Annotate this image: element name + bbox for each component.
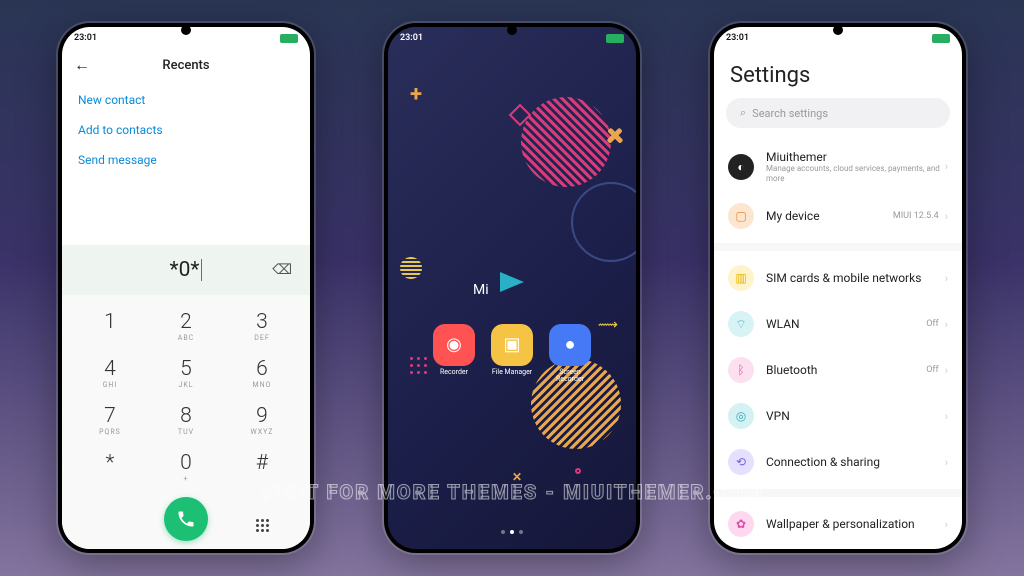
- notch: [507, 25, 517, 35]
- sim-item[interactable]: ▥ SIM cards & mobile networks ›: [714, 255, 962, 301]
- key-6[interactable]: 6MNO: [224, 352, 300, 399]
- key-4[interactable]: 4GHI: [72, 352, 148, 399]
- section-divider: [714, 243, 962, 251]
- status-time: 23:01: [726, 33, 749, 43]
- spacer: [62, 185, 310, 245]
- settings-list: ◐ Miuithemer Manage accounts, cloud serv…: [714, 140, 962, 549]
- battery-icon: [932, 34, 950, 43]
- call-button[interactable]: [164, 497, 208, 541]
- add-contacts-link[interactable]: Add to contacts: [78, 115, 294, 145]
- app-dock: ◉ Recorder ▣ File Manager ● Screen Recor…: [388, 324, 636, 384]
- key-hash[interactable]: #: [224, 446, 300, 493]
- page-indicator: [388, 530, 636, 534]
- key-0[interactable]: 0+: [148, 446, 224, 493]
- key-2[interactable]: 2ABC: [148, 305, 224, 352]
- avatar: ◐: [728, 154, 754, 180]
- search-input[interactable]: ⌕ Search settings: [726, 98, 950, 128]
- key-1[interactable]: 1: [72, 305, 148, 352]
- wifi-icon: ⌔: [728, 311, 754, 337]
- status-time: 23:01: [74, 33, 97, 43]
- wallpaper: ++ ✕ ⟿: [388, 27, 636, 549]
- contact-actions: New contact Add to contacts Send message: [62, 83, 310, 185]
- back-button[interactable]: ←: [74, 55, 90, 75]
- battery-icon: [606, 34, 624, 43]
- chevron-icon: ›: [945, 456, 948, 469]
- keypad-toggle-icon[interactable]: [256, 519, 269, 532]
- page-title: Settings: [714, 47, 962, 98]
- chevron-icon: ›: [945, 518, 948, 531]
- screen-recorder-icon: ●: [549, 324, 591, 366]
- chevron-icon: ›: [945, 160, 948, 173]
- keypad: 1 2ABC 3DEF 4GHI 5JKL 6MNO 7PQRS 8TUV 9W…: [62, 295, 310, 549]
- key-3[interactable]: 3DEF: [224, 305, 300, 352]
- key-star[interactable]: *: [72, 446, 148, 493]
- header-title: Recents: [162, 58, 209, 73]
- notch: [833, 25, 843, 35]
- battery-icon: [280, 34, 298, 43]
- bluetooth-item[interactable]: ᛒ Bluetooth Off ›: [714, 347, 962, 393]
- chevron-icon: ›: [945, 272, 948, 285]
- wallpaper-item[interactable]: ✿ Wallpaper & personalization ›: [714, 501, 962, 547]
- recorder-icon: ◉: [433, 324, 475, 366]
- search-icon: ⌕: [740, 106, 746, 120]
- wallpaper-icon: ✿: [728, 511, 754, 537]
- number-display: *0* ⌫: [62, 245, 310, 295]
- notch: [181, 25, 191, 35]
- key-9[interactable]: 9WXYZ: [224, 399, 300, 446]
- app-file-manager[interactable]: ▣ File Manager: [491, 324, 533, 384]
- backspace-button[interactable]: ⌫: [272, 262, 292, 278]
- account-item[interactable]: ◐ Miuithemer Manage accounts, cloud serv…: [714, 140, 962, 193]
- bluetooth-icon: ᛒ: [728, 357, 754, 383]
- chevron-icon: ›: [945, 318, 948, 331]
- my-device-item[interactable]: ▢ My device MIUI 12.5.4 ›: [714, 193, 962, 239]
- chevron-icon: ›: [945, 210, 948, 223]
- send-message-link[interactable]: Send message: [78, 145, 294, 175]
- connection-item[interactable]: ⟲ Connection & sharing ›: [714, 439, 962, 485]
- chevron-icon: ›: [945, 410, 948, 423]
- entered-number: *0*: [170, 258, 200, 282]
- wlan-item[interactable]: ⌔ WLAN Off ›: [714, 301, 962, 347]
- chevron-icon: ›: [945, 364, 948, 377]
- phone-home: ++ ✕ ⟿ 23:01 Mi ◉ Recorder ▣ File Manage…: [384, 23, 640, 553]
- share-icon: ⟲: [728, 449, 754, 475]
- new-contact-link[interactable]: New contact: [78, 85, 294, 115]
- app-screen-recorder[interactable]: ● Screen Recorder: [549, 324, 591, 384]
- file-manager-icon: ▣: [491, 324, 533, 366]
- sim-icon: ▥: [728, 265, 754, 291]
- key-7[interactable]: 7PQRS: [72, 399, 148, 446]
- key-8[interactable]: 8TUV: [148, 399, 224, 446]
- aod-item[interactable]: ◷ Always-on display & Lock: [714, 547, 962, 549]
- app-recorder[interactable]: ◉ Recorder: [433, 324, 475, 384]
- search-placeholder: Search settings: [752, 107, 828, 120]
- key-5[interactable]: 5JKL: [148, 352, 224, 399]
- device-icon: ▢: [728, 203, 754, 229]
- vpn-item[interactable]: ◎ VPN ›: [714, 393, 962, 439]
- phone-settings: 23:01 Settings ⌕ Search settings ◐ Miuit…: [710, 23, 966, 553]
- phone-dialer: 23:01 ← Recents New contact Add to conta…: [58, 23, 314, 553]
- widget-label: Mi: [473, 282, 489, 298]
- recents-header: ← Recents: [62, 47, 310, 83]
- vpn-icon: ◎: [728, 403, 754, 429]
- status-time: 23:01: [400, 33, 423, 43]
- section-divider: [714, 489, 962, 497]
